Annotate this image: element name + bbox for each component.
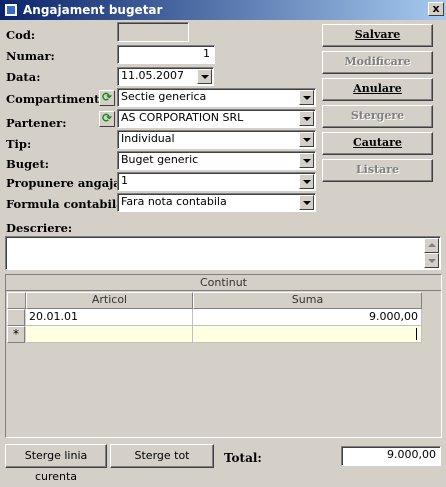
data-field[interactable]: 11.05.2007 — [117, 67, 214, 86]
numar-field[interactable]: 1 — [117, 45, 215, 64]
column-header-articol[interactable]: Articol — [26, 292, 193, 309]
grid-caption: Continut — [6, 275, 441, 291]
column-header-suma[interactable]: Suma — [193, 292, 422, 309]
title-bar: Angajament bugetar x — [0, 0, 446, 20]
new-row-marker[interactable]: * — [7, 326, 25, 343]
tip-label: Tip: — [6, 137, 32, 151]
stergere-button[interactable]: Stergere — [322, 105, 433, 128]
formula-value: Fara nota contabila — [121, 195, 227, 208]
propunere-select[interactable]: 1 — [117, 172, 316, 191]
text-cursor — [416, 328, 417, 340]
formula-chevron-down-icon[interactable] — [299, 195, 314, 210]
cod-label: Cod: — [6, 28, 36, 42]
partener-value: AS CORPORATION SRL — [121, 111, 244, 124]
scroll-up-icon[interactable] — [424, 238, 439, 253]
salvare-button[interactable]: Salvare — [322, 24, 433, 47]
cautare-button[interactable]: Cautare — [322, 132, 433, 155]
anulare-button[interactable]: Anulare — [322, 78, 433, 101]
row-header[interactable] — [7, 309, 25, 326]
modificare-button[interactable]: Modificare — [322, 51, 433, 74]
partener-label: Partener: — [6, 116, 67, 130]
tip-select[interactable]: Individual — [117, 130, 316, 149]
compartiment-label: Compartiment: — [6, 92, 104, 106]
descriere-label: Descriere: — [6, 221, 73, 235]
compartiment-refresh-icon[interactable]: ⟳ — [99, 90, 115, 106]
tip-chevron-down-icon[interactable] — [299, 132, 314, 147]
data-label: Data: — [6, 70, 41, 84]
cod-field — [117, 22, 189, 42]
new-row-cell-articol[interactable] — [26, 326, 193, 343]
numar-label: Numar: — [6, 49, 55, 63]
compartiment-value: Sectie generica — [121, 90, 207, 103]
table-cell-suma[interactable]: 9.000,00 — [193, 309, 422, 326]
formula-label: Formula contabila: — [6, 197, 128, 211]
window-title: Angajament bugetar — [23, 3, 163, 17]
tip-value: Individual — [121, 132, 175, 145]
table-cell-articol[interactable]: 20.01.01 — [26, 309, 193, 326]
buget-select[interactable]: Buget generic — [117, 151, 316, 170]
descriere-scrollbar[interactable] — [424, 238, 439, 268]
partener-chevron-down-icon[interactable] — [299, 111, 314, 126]
propunere-chevron-down-icon[interactable] — [299, 174, 314, 189]
scroll-down-icon[interactable] — [424, 253, 439, 268]
grid-corner — [7, 292, 26, 309]
listare-button[interactable]: Listare — [322, 159, 433, 182]
partener-refresh-icon[interactable]: ⟳ — [99, 111, 115, 127]
partener-select[interactable]: AS CORPORATION SRL — [117, 109, 316, 128]
propunere-value: 1 — [121, 174, 128, 187]
close-button[interactable]: x — [428, 2, 444, 16]
new-row-cell-suma[interactable] — [193, 326, 422, 343]
sterge-tot-button[interactable]: Sterge tot — [110, 444, 214, 468]
buget-value: Buget generic — [121, 153, 199, 166]
descriere-textarea[interactable] — [5, 236, 441, 270]
sterge-linia-button[interactable]: Sterge linia curenta — [5, 444, 107, 483]
date-picker-chevron-down-icon[interactable] — [197, 69, 212, 84]
buget-chevron-down-icon[interactable] — [299, 153, 314, 168]
formula-select[interactable]: Fara nota contabila — [117, 193, 316, 212]
compartiment-select[interactable]: Sectie generica — [117, 88, 316, 107]
total-label: Total: — [224, 451, 262, 465]
buget-label: Buget: — [6, 157, 49, 171]
compartiment-chevron-down-icon[interactable] — [299, 90, 314, 105]
app-icon — [4, 3, 18, 17]
total-field: 9.000,00 — [341, 446, 441, 466]
data-value: 11.05.2007 — [121, 69, 184, 82]
continut-grid: Continut Articol Suma 20.01.01 9.000,00 … — [5, 274, 442, 438]
